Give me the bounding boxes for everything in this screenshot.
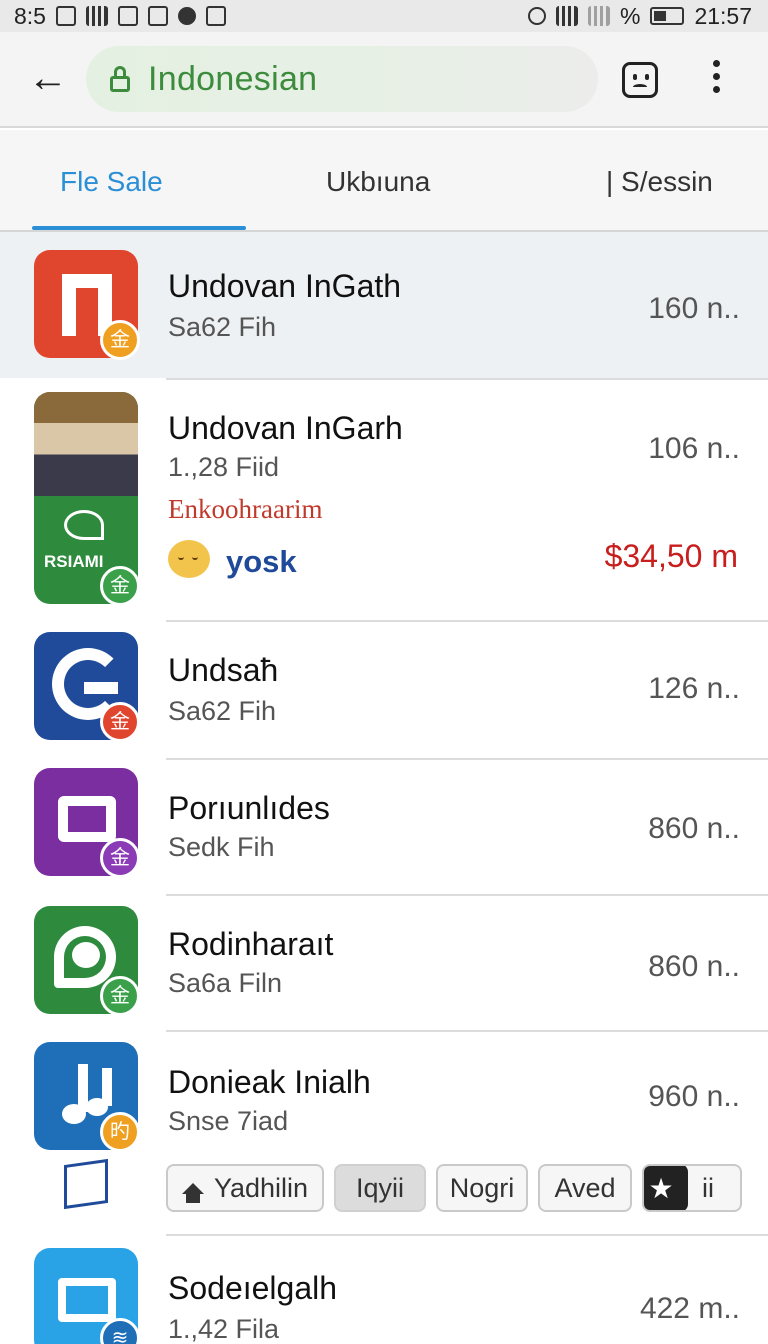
list-item[interactable]: 金 Rodinharaıt Sa6a Filn 860 n.. [0,896,768,1030]
notification-icon [205,6,226,26]
list-item[interactable]: RSIAMI 金 Undovan InGarh 1.,28 Fiid 106 n… [0,380,768,620]
badge-icon: 金 [100,976,140,1016]
notification-icon [55,6,76,26]
list-item[interactable]: ≋ Sodeıelgalh 1.,42 Fila 422 m.. [0,1236,768,1344]
status-bar: 8:5 % 21:57 [0,0,768,32]
item-title: Rodinharaıt [168,926,334,962]
battery-percent-symbol: % [619,2,641,29]
icon-brand-text: RSIAMI [44,552,104,571]
item-subtitle: Sedk Fih [168,832,275,862]
badge-icon: 金 [100,320,140,360]
item-meta: 106 n.. [648,432,740,465]
badge-icon: 旳 [100,1112,140,1152]
item-subtitle: Sa6a Filn [168,968,283,998]
tab-ukbiuna[interactable]: Ukbıuna [326,166,430,198]
list-item[interactable]: 旳 Donieak Inialh Snse 7iad 960 n.. Yadhi… [0,1032,768,1232]
item-subtitle: Sa62 Fih [168,312,277,342]
app-icon: 金 [34,250,140,360]
item-meta: 860 n.. [648,812,740,845]
notification-icon [147,6,168,26]
record-icon [177,7,196,25]
tab-bar: Fle Sale Ukbıuna | S/essin [0,130,768,232]
chip-row: Yadhilin Iqyii Nogri Aved ★ ii [166,1164,742,1212]
chip-iqyii[interactable]: Iqyii [334,1164,426,1212]
list-item[interactable]: 金 Undovan InGath Sa62 Fih 160 n.. [0,232,768,378]
chip-aved[interactable]: Aved [538,1164,632,1212]
app-icon: 金 [34,632,140,742]
lock-icon [110,66,130,92]
badge-icon: ≋ [100,1318,140,1344]
notification-icon [117,6,138,26]
item-meta: 960 n.. [648,1080,740,1113]
status-time-left: 8:5 [14,2,46,29]
star-icon: ★ [644,1166,688,1210]
item-meta: 422 m.. [639,1292,740,1325]
app-icon-photo: RSIAMI 金 [34,392,140,606]
item-title: Undovan InGath [168,268,402,304]
chip-star[interactable]: ★ ii [642,1164,742,1212]
badge-icon: 金 [100,566,140,606]
item-subtitle: Sa62 Fih [168,696,277,726]
url-bar[interactable]: Indonesian [86,46,598,112]
brand-label[interactable]: yosk [226,544,297,580]
more-options-icon[interactable] [706,60,726,100]
image-icon [64,1158,108,1210]
item-subtitle: 1.,42 Fila [168,1314,280,1344]
account-face-icon[interactable] [622,62,658,98]
tab-file-sale[interactable]: Fle Sale [60,166,163,198]
item-meta: 126 n.. [648,672,740,705]
person-photo [34,392,138,496]
tab-session[interactable]: | S/essin [606,166,713,198]
item-subtitle: Snse 7iad [168,1106,289,1136]
battery-icon [650,7,685,25]
status-right: % 21:57 [527,2,752,30]
alarm-icon [527,7,546,25]
emoji-face-icon [168,540,210,578]
price-label: $34,50 m [604,538,738,574]
app-icon: 旳 [34,1042,140,1152]
back-arrow-icon[interactable]: ← [24,56,72,104]
signal-icon [85,6,108,26]
chip-yadhilin[interactable]: Yadhilin [166,1164,324,1212]
chip-label: Iqyii [355,1172,404,1203]
badge-icon: 金 [100,702,140,742]
leaf-icon [64,510,104,540]
list-item[interactable]: 金 Porıunlıdes Sedk Fih 860 n.. [0,760,768,894]
item-meta: 860 n.. [648,950,740,983]
app-icon: 金 [34,906,140,1016]
app-icon: 金 [34,768,140,878]
status-time-right: 21:57 [694,2,752,29]
list-item[interactable]: 金 Undsaħ Sa62 Fih 126 n.. [0,622,768,758]
app-icon: ≋ [34,1248,140,1344]
chip-label: Aved [554,1172,616,1203]
wifi-icon [555,6,578,26]
chip-nogri[interactable]: Nogri [436,1164,528,1212]
item-subtitle: 1.,28 Fiid [168,452,280,482]
item-title: Undovan InGarh [168,410,403,446]
chip-label: Yadhilin [213,1172,309,1203]
badge-icon: 金 [100,838,140,878]
chip-label: ii [702,1172,714,1203]
promo-text: Enkoohraarim [168,494,323,524]
signal-icon [587,6,610,26]
item-title: Porıunlıdes [168,790,330,826]
item-meta: 160 n.. [648,292,740,325]
item-title: Undsaħ [168,652,279,688]
item-title: Sodeıelgalh [168,1270,338,1306]
home-icon [181,1182,204,1203]
url-text: Indonesian [148,59,318,98]
item-title: Donieak Inialh [168,1064,371,1100]
top-app-bar: ← Indonesian [0,32,768,128]
tab-indicator [32,226,246,230]
chip-label: Nogri [449,1172,515,1203]
status-left: 8:5 [14,3,226,30]
